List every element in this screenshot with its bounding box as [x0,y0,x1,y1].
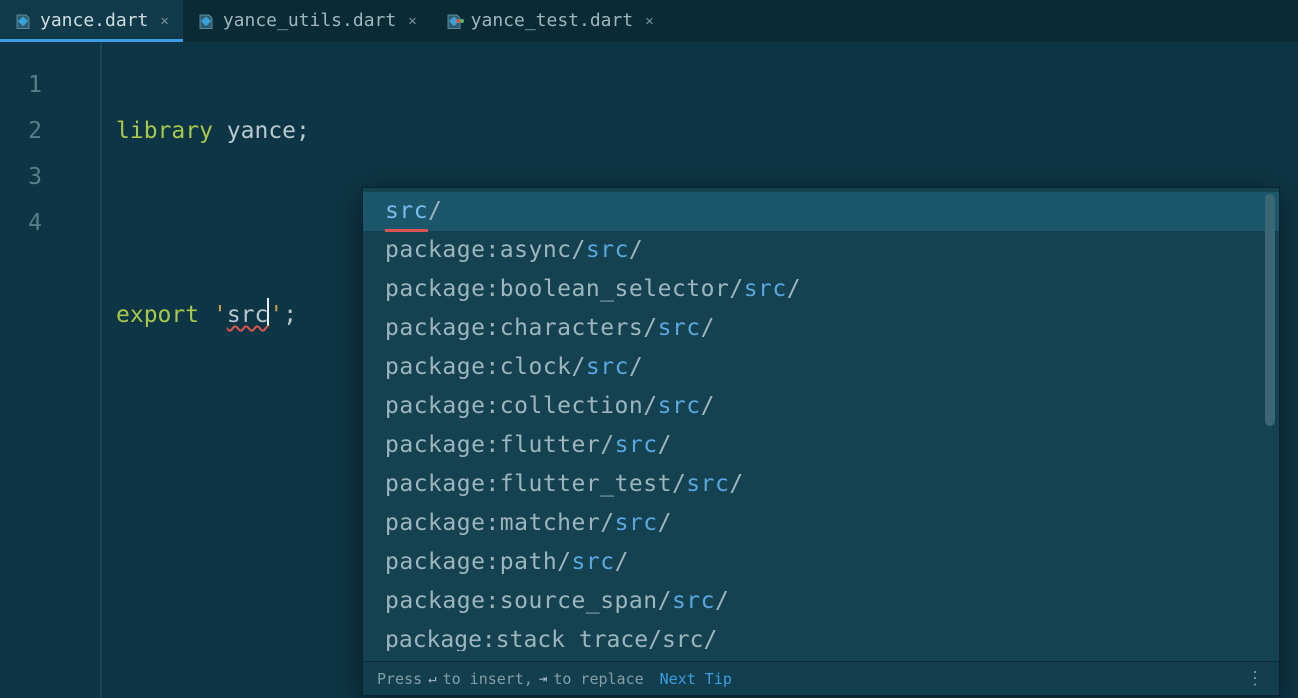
completion-item[interactable]: package:boolean_selector/src/ [363,270,1279,309]
string-quote: ' [269,302,283,328]
completion-match: src [744,270,787,309]
enter-key-icon: ↵ [428,671,436,687]
code-line-1: library yance; [116,108,1298,154]
completion-prefix: package:characters/ [385,309,658,348]
line-number: 3 [0,154,56,200]
completion-match: src [615,504,658,543]
dart-file-icon [197,12,215,30]
completion-suffix: / [701,309,715,348]
tab-label: yance.dart [40,10,148,31]
semicolon: ; [296,118,310,144]
completion-suffix: / [629,231,643,270]
close-icon[interactable]: ✕ [160,13,168,29]
keyword-export: export [116,302,199,328]
completion-item[interactable]: package:flutter/src/ [363,426,1279,465]
completion-prefix: package:matcher/ [385,504,615,543]
library-name: yance [227,118,296,144]
completion-suffix: / [658,426,672,465]
completion-item[interactable]: package:clock/src/ [363,348,1279,387]
completion-suffix: / [787,270,801,309]
completion-scrollbar[interactable] [1265,194,1275,426]
completion-suffix: / [629,348,643,387]
keyword-library: library [116,118,213,144]
completion-match: src [662,627,704,651]
completion-item[interactable]: package:async/src/ [363,231,1279,270]
completion-prefix: package:path/ [385,543,572,582]
line-number: 2 [0,108,56,154]
dart-file-icon [14,12,32,30]
tab-bar: yance.dart ✕ yance_utils.dart ✕ yance_te… [0,0,1298,42]
completion-prefix: package:clock/ [385,348,586,387]
completion-item[interactable]: package:flutter_test/src/ [363,465,1279,504]
tab-label: yance_utils.dart [223,10,396,31]
tab-yance-utils[interactable]: yance_utils.dart ✕ [183,0,431,41]
editor[interactable]: 1 2 3 4 library yance; export 'src'; src… [0,42,1298,698]
completion-item[interactable]: package:collection/src/ [363,387,1279,426]
completion-prefix: package:source_span/ [385,582,672,621]
completion-suffix: / [704,627,718,651]
completion-suffix: / [701,387,715,426]
tab-yance-test[interactable]: yance_test.dart ✕ [431,0,668,41]
completion-item-partial[interactable]: package:stack_trace/src/ [363,621,1279,651]
completion-item[interactable]: package:path/src/ [363,543,1279,582]
close-icon[interactable]: ✕ [645,13,653,29]
close-icon[interactable]: ✕ [408,13,416,29]
completion-item[interactable]: package:matcher/src/ [363,504,1279,543]
completion-match: src [572,543,615,582]
completion-match: src [586,348,629,387]
completion-suffix: / [729,465,743,504]
completion-footer: Press ↵ to insert, ⇥ to replace Next Tip… [363,661,1279,695]
footer-replace: to replace [553,670,643,688]
string-quote: ' [213,302,227,328]
gutter: 1 2 3 4 [0,42,56,698]
next-tip-link[interactable]: Next Tip [660,670,732,688]
line-number: 1 [0,62,56,108]
export-path: src [227,302,269,328]
completion-prefix: package:async/ [385,231,586,270]
completion-popup: src/ package:async/src/ package:boolean_… [362,187,1280,696]
completion-suffix: / [658,504,672,543]
completion-match: src [615,426,658,465]
completion-item[interactable]: package:source_span/src/ [363,582,1279,621]
completion-match: src [686,465,729,504]
line-number: 4 [0,200,56,246]
completion-suffix: / [715,582,729,621]
completion-prefix: package:collection/ [385,387,658,426]
completion-item[interactable]: package:characters/src/ [363,309,1279,348]
more-icon[interactable]: ⋮ [1246,668,1265,689]
completion-prefix: package:boolean_selector/ [385,270,744,309]
tab-key-icon: ⇥ [539,671,547,687]
completion-match: src [658,309,701,348]
completion-suffix: / [428,192,442,231]
completion-match: src [672,582,715,621]
semicolon: ; [283,302,297,328]
completion-match: src [586,231,629,270]
completion-prefix: package:flutter/ [385,426,615,465]
tab-label: yance_test.dart [471,10,634,31]
tab-yance[interactable]: yance.dart ✕ [0,0,183,41]
footer-insert: to insert, [443,670,533,688]
completion-prefix: package:flutter_test/ [385,465,686,504]
completion-list[interactable]: src/ package:async/src/ package:boolean_… [363,188,1279,661]
completion-match: src [658,387,701,426]
completion-suffix: / [615,543,629,582]
completion-item[interactable]: src/ [363,192,1279,231]
completion-match: src [385,192,428,231]
footer-press: Press [377,670,422,688]
completion-prefix: package:stack_trace/ [385,627,662,651]
test-badge-icon [456,9,464,30]
